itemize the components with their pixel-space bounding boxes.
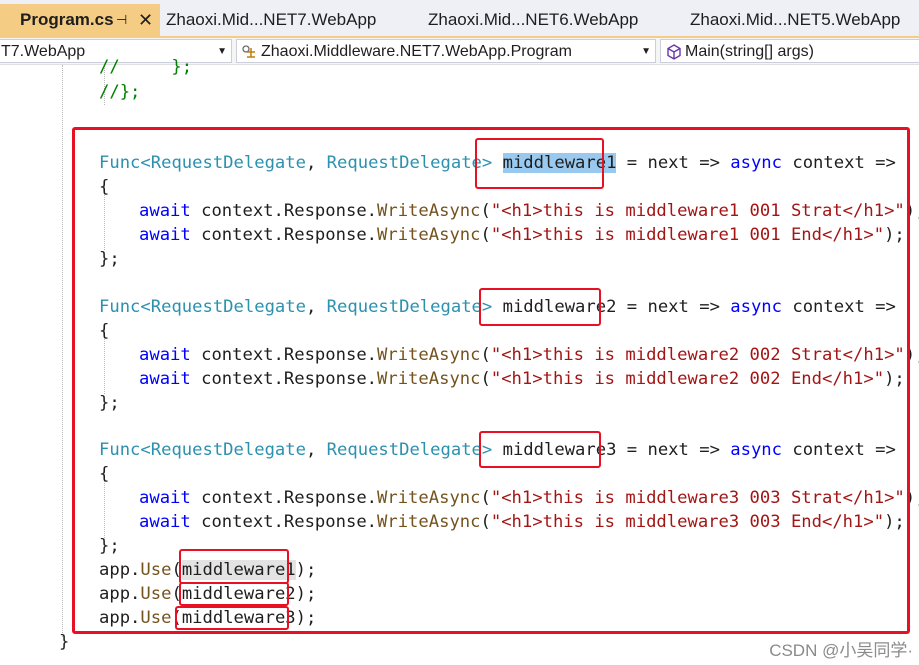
chevron-down-icon: ▼	[641, 46, 651, 57]
code-line: //};	[99, 82, 141, 102]
class-name: Zhaoxi.Middleware.NET7.WebApp.Program	[261, 43, 572, 60]
member-dropdown[interactable]: Main(string[] args)	[660, 39, 919, 63]
annotation-box-use3	[175, 606, 289, 630]
tab-label: Zhaoxi.Mid...NET7.WebApp	[166, 10, 377, 29]
annotation-box-use2	[179, 582, 289, 606]
class-icon	[242, 45, 255, 58]
chevron-down-icon: ▼	[217, 46, 227, 57]
class-dropdown[interactable]: Zhaoxi.Middleware.NET7.WebApp.Program ▼	[236, 39, 656, 63]
pin-icon[interactable]: ⊣	[116, 4, 127, 36]
tab-net5-webapp[interactable]: Zhaoxi.Mid...NET5.WebApp	[690, 4, 900, 36]
annotation-box-middleware2	[479, 288, 601, 326]
document-tab-bar: Program.cs ⊣ ✕ Zhaoxi.Mid...NET7.WebApp …	[0, 0, 919, 38]
code-line: // };	[99, 57, 193, 77]
method-cube-icon	[667, 44, 681, 60]
project-name: T7.WebApp	[1, 43, 86, 60]
tab-label: Zhaoxi.Mid...NET5.WebApp	[690, 10, 901, 29]
watermark: CSDN @小吴同学·	[769, 641, 913, 660]
annotation-box-use1	[179, 549, 289, 584]
close-icon[interactable]: ✕	[138, 4, 153, 36]
annotation-box-middleware3	[479, 431, 601, 468]
tab-net7-webapp[interactable]: Zhaoxi.Mid...NET7.WebApp	[166, 4, 376, 36]
member-name: Main(string[] args)	[685, 43, 814, 60]
tab-label: Program.cs	[20, 10, 114, 29]
annotation-box-middleware1	[475, 138, 604, 189]
code-line: }	[59, 632, 70, 652]
tab-program-cs[interactable]: Program.cs ⊣ ✕	[0, 4, 160, 36]
tab-net6-webapp[interactable]: Zhaoxi.Mid...NET6.WebApp	[428, 4, 638, 36]
indent-guide	[62, 65, 63, 637]
tab-label: Zhaoxi.Mid...NET6.WebApp	[428, 10, 639, 29]
